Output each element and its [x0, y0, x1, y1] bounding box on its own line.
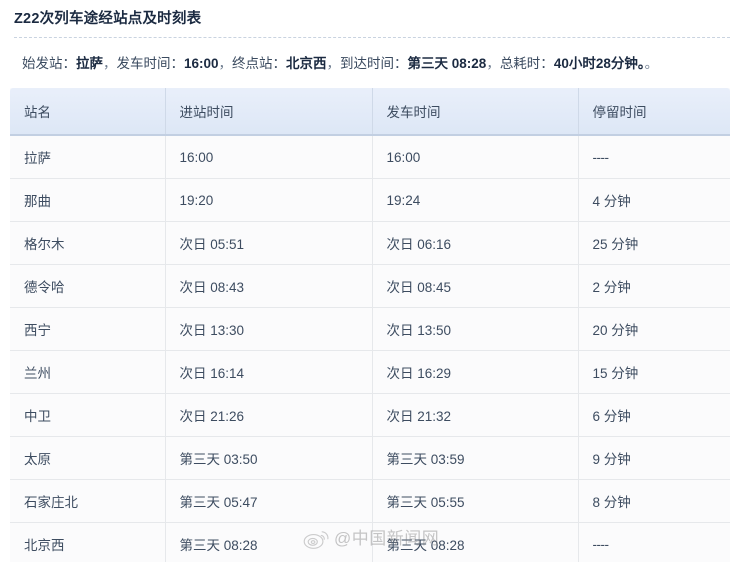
schedule-page: Z22次列车途经站点及时刻表 始发站：拉萨，发车时间：16:00，终点站：北京西…: [0, 0, 740, 562]
cell-departure-time: 第三天 03:59: [372, 437, 578, 480]
summary-separator-3: ，: [327, 56, 341, 71]
table-body: 拉萨16:0016:00----那曲19:2019:244 分钟格尔木次日 05…: [10, 135, 730, 562]
cell-stop-duration: 8 分钟: [578, 480, 730, 523]
arrive-time-label: 到达时间：: [340, 56, 408, 71]
cell-departure-time: 次日 16:29: [372, 351, 578, 394]
column-header-arrival-time[interactable]: 进站时间: [165, 88, 372, 135]
cell-arrival-time: 次日 08:43: [165, 265, 372, 308]
cell-station: 太原: [10, 437, 165, 480]
table-row: 德令哈次日 08:43次日 08:452 分钟: [10, 265, 730, 308]
cell-station: 兰州: [10, 351, 165, 394]
summary-section: 始发站：拉萨，发车时间：16:00，终点站：北京西，到达时间：第三天 08:28…: [0, 38, 740, 88]
cell-arrival-time: 次日 13:30: [165, 308, 372, 351]
table-row: 石家庄北第三天 05:47第三天 05:558 分钟: [10, 480, 730, 523]
summary-separator-1: ，: [103, 56, 117, 71]
summary-tail: 。: [645, 56, 659, 71]
cell-arrival-time: 16:00: [165, 135, 372, 179]
cell-stop-duration: 4 分钟: [578, 179, 730, 222]
cell-stop-duration: 15 分钟: [578, 351, 730, 394]
table-row: 格尔木次日 05:51次日 06:1625 分钟: [10, 222, 730, 265]
cell-station: 德令哈: [10, 265, 165, 308]
cell-arrival-time: 第三天 03:50: [165, 437, 372, 480]
table-row: 太原第三天 03:50第三天 03:599 分钟: [10, 437, 730, 480]
cell-departure-time: 次日 13:50: [372, 308, 578, 351]
trip-summary: 始发站：拉萨，发车时间：16:00，终点站：北京西，到达时间：第三天 08:28…: [22, 54, 726, 74]
table-row: 北京西第三天 08:28第三天 08:28----: [10, 523, 730, 562]
summary-separator-4: ，: [486, 56, 500, 71]
origin-label: 始发站：: [22, 56, 76, 71]
cell-arrival-time: 次日 05:51: [165, 222, 372, 265]
cell-station: 拉萨: [10, 135, 165, 179]
origin-value: 拉萨: [76, 56, 103, 71]
cell-stop-duration: 9 分钟: [578, 437, 730, 480]
cell-station: 中卫: [10, 394, 165, 437]
cell-stop-duration: ----: [578, 135, 730, 179]
cell-arrival-time: 19:20: [165, 179, 372, 222]
page-title-bar: Z22次列车途经站点及时刻表: [0, 0, 740, 37]
depart-time-value: 16:00: [184, 56, 219, 71]
cell-departure-time: 次日 08:45: [372, 265, 578, 308]
cell-arrival-time: 第三天 05:47: [165, 480, 372, 523]
schedule-table: 站名 进站时间 发车时间 停留时间 拉萨16:0016:00----那曲19:2…: [10, 88, 730, 562]
cell-departure-time: 第三天 05:55: [372, 480, 578, 523]
duration-value: 40小时28分钟。: [554, 56, 645, 71]
column-header-stop-duration[interactable]: 停留时间: [578, 88, 730, 135]
terminus-value: 北京西: [286, 56, 327, 71]
depart-time-label: 发车时间：: [117, 56, 185, 71]
table-head: 站名 进站时间 发车时间 停留时间: [10, 88, 730, 135]
table-row: 拉萨16:0016:00----: [10, 135, 730, 179]
page-title: Z22次列车途经站点及时刻表: [14, 10, 740, 28]
cell-stop-duration: 25 分钟: [578, 222, 730, 265]
table-row: 那曲19:2019:244 分钟: [10, 179, 730, 222]
terminus-label: 终点站：: [232, 56, 286, 71]
cell-departure-time: 第三天 08:28: [372, 523, 578, 562]
cell-station: 西宁: [10, 308, 165, 351]
column-header-station[interactable]: 站名: [10, 88, 165, 135]
cell-arrival-time: 次日 16:14: [165, 351, 372, 394]
cell-arrival-time: 第三天 08:28: [165, 523, 372, 562]
arrive-time-value: 第三天 08:28: [408, 56, 487, 71]
duration-label: 总耗时：: [500, 56, 554, 71]
cell-stop-duration: 20 分钟: [578, 308, 730, 351]
cell-stop-duration: 6 分钟: [578, 394, 730, 437]
cell-stop-duration: 2 分钟: [578, 265, 730, 308]
summary-separator-2: ，: [219, 56, 233, 71]
cell-departure-time: 次日 21:32: [372, 394, 578, 437]
table-row: 中卫次日 21:26次日 21:326 分钟: [10, 394, 730, 437]
cell-departure-time: 19:24: [372, 179, 578, 222]
table-row: 兰州次日 16:14次日 16:2915 分钟: [10, 351, 730, 394]
cell-station: 那曲: [10, 179, 165, 222]
cell-station: 格尔木: [10, 222, 165, 265]
schedule-table-wrapper: 站名 进站时间 发车时间 停留时间 拉萨16:0016:00----那曲19:2…: [10, 88, 730, 562]
cell-station: 石家庄北: [10, 480, 165, 523]
table-header-row: 站名 进站时间 发车时间 停留时间: [10, 88, 730, 135]
column-header-departure-time[interactable]: 发车时间: [372, 88, 578, 135]
cell-stop-duration: ----: [578, 523, 730, 562]
cell-station: 北京西: [10, 523, 165, 562]
cell-departure-time: 16:00: [372, 135, 578, 179]
cell-arrival-time: 次日 21:26: [165, 394, 372, 437]
cell-departure-time: 次日 06:16: [372, 222, 578, 265]
table-row: 西宁次日 13:30次日 13:5020 分钟: [10, 308, 730, 351]
